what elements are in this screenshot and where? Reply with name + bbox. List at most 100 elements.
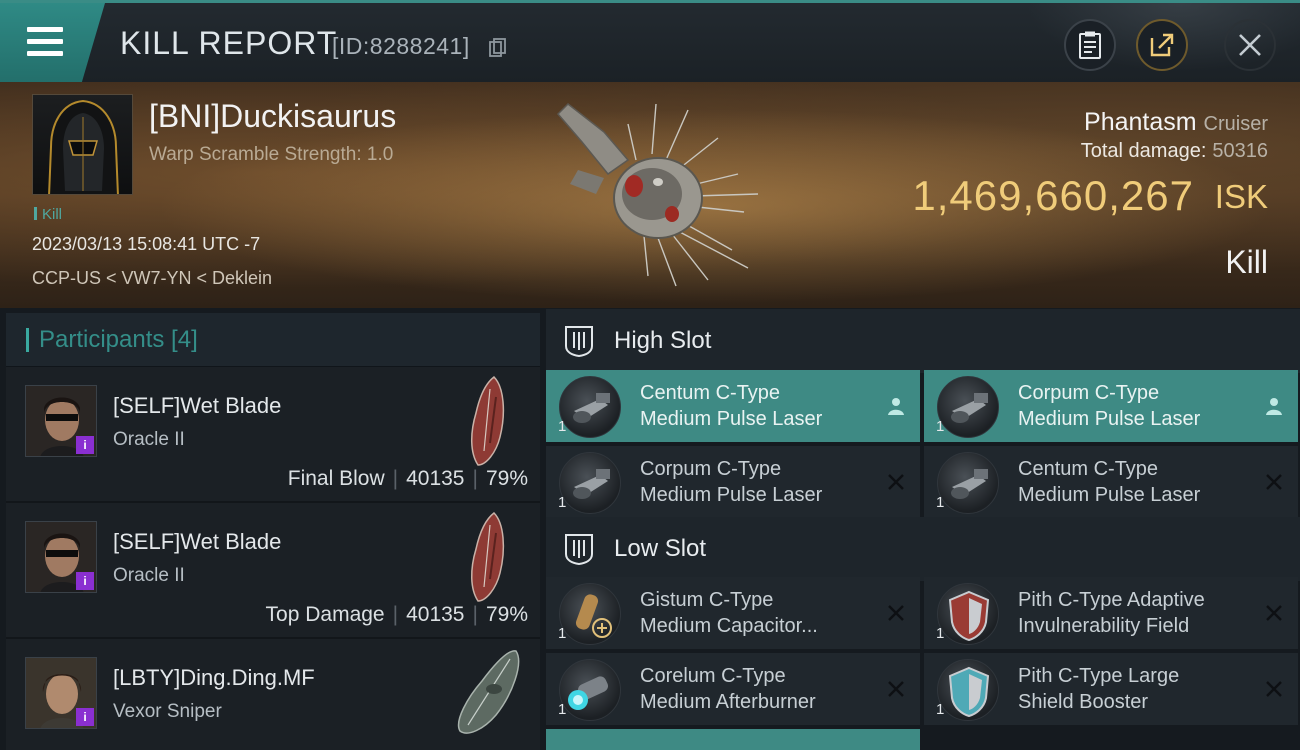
participant-name: [SELF]Wet Blade: [113, 529, 282, 554]
close-icon: [1239, 34, 1261, 56]
report-id: [ID:8288241]: [332, 33, 470, 59]
module-quantity: 1: [936, 494, 945, 511]
module-quantity: 1: [558, 494, 567, 511]
module-item-partial[interactable]: [546, 729, 920, 750]
pilot-info-badge[interactable]: i: [76, 708, 94, 726]
module-name: Corelum C-Type: [640, 665, 786, 687]
high-slot-icon: [565, 326, 593, 358]
pilot-info-badge[interactable]: i: [76, 572, 94, 590]
victim-banner: [BNI]Duckisaurus Warp Scramble Strength:…: [0, 82, 1300, 308]
warp-scramble-strength: Warp Scramble Strength: 1.0: [149, 144, 394, 165]
pulse-laser-icon: [559, 376, 621, 438]
kill-result: Kill: [1225, 244, 1268, 280]
clipboard-button[interactable]: [1064, 19, 1116, 71]
module-name: Centum C-Type: [640, 382, 781, 404]
ship-name-text: Phantasm: [1084, 108, 1197, 136]
destroyed-icon: [1266, 474, 1282, 490]
module-type: Medium Pulse Laser: [640, 484, 823, 506]
person-icon: [888, 398, 904, 415]
participant-row[interactable]: i [LBTY]Ding.Ding.MF Vexor Sniper: [6, 639, 540, 750]
participants-label: Participants [4]: [39, 325, 198, 353]
page-title: KILL REPORT: [120, 25, 338, 61]
module-name: Pith C-Type Adaptive: [1018, 589, 1205, 611]
participants-panel: Participants [4] i [SELF]Wet Blade Oracl…: [6, 313, 540, 750]
participant-row[interactable]: i [SELF]Wet Blade Oracle II Final Blow | 4…: [6, 367, 540, 503]
low-slot-header: Low Slot: [546, 517, 1300, 581]
low-slot-label: Low Slot: [614, 535, 707, 562]
module-type: Medium Pulse Laser: [1018, 484, 1201, 506]
participant-avatar: i: [25, 521, 97, 593]
high-slot-label: High Slot: [614, 327, 712, 354]
module-quantity: 1: [936, 418, 945, 435]
capacitor-power-relay-icon: [559, 583, 621, 645]
module-type: Medium Afterburner: [640, 691, 816, 713]
pulse-laser-icon: [937, 376, 999, 438]
participant-ship: Oracle II: [113, 565, 185, 586]
victim-name[interactable]: [BNI]Duckisaurus: [149, 98, 396, 135]
module-item[interactable]: 1 Pith C-Type Adaptive Invulnerability F…: [924, 577, 1298, 649]
afterburner-icon: [559, 659, 621, 721]
vexor-ship-icon: [457, 650, 520, 734]
victim-portrait[interactable]: [32, 94, 133, 195]
accent-bar: [26, 327, 29, 352]
module-type: Shield Booster: [1018, 691, 1149, 713]
module-quantity: 1: [936, 701, 945, 718]
low-slot-icon: [565, 534, 593, 566]
participant-damage: 40135: [406, 603, 465, 626]
module-name: Pith C-Type Large: [1018, 665, 1180, 687]
module-quantity: 1: [558, 701, 567, 718]
module-item[interactable]: 1 Centum C-Type Medium Pulse Laser: [546, 370, 920, 442]
participant-stats: Final Blow | 40135 | 79%: [287, 467, 528, 490]
module-quantity: 1: [936, 625, 945, 642]
kill-location[interactable]: CCP-US < VW7-YN < Deklein: [32, 268, 272, 289]
participant-percent: 79%: [485, 603, 528, 626]
participant-avatar: i: [25, 385, 97, 457]
module-item[interactable]: 1 Corpum C-Type Medium Pulse Laser: [546, 446, 920, 518]
participant-stats: Top Damage | 40135 | 79%: [265, 603, 528, 626]
total-damage-label: Total damage:: [1080, 140, 1207, 162]
clipboard-icon: [1079, 31, 1101, 59]
module-name: Gistum C-Type: [640, 589, 774, 611]
oracle-ship-icon: [471, 376, 505, 466]
participants-header[interactable]: Participants [4]: [6, 313, 540, 367]
module-type: Medium Capacitor...: [640, 615, 818, 637]
participant-percent: 79%: [485, 467, 528, 490]
shield-booster-icon: [937, 659, 999, 721]
share-icon: [1150, 33, 1174, 57]
hamburger-icon: [27, 27, 63, 57]
module-quantity: 1: [558, 418, 567, 435]
participant-damage: 40135: [406, 467, 465, 490]
menu-button[interactable]: [0, 3, 105, 82]
module-item[interactable]: 1 Pith C-Type Large Shield Booster: [924, 653, 1298, 725]
participant-avatar: i: [25, 657, 97, 729]
module-item[interactable]: 1 Corelum C-Type Medium Afterburner: [546, 653, 920, 725]
kill-datetime: 2023/03/13 15:08:41 UTC -7: [32, 234, 261, 254]
high-slot-header: High Slot: [546, 309, 1300, 373]
participant-name: [LBTY]Ding.Ding.MF: [113, 665, 315, 690]
destroyed-icon: [888, 605, 904, 621]
victim-ship-image: [556, 103, 759, 287]
participant-ship: Oracle II: [113, 429, 185, 450]
destroyed-icon: [888, 474, 904, 490]
pulse-laser-icon: [937, 452, 999, 514]
participant-role: Final Blow: [287, 467, 385, 490]
module-item[interactable]: 1 Gistum C-Type Medium Capacitor...: [546, 577, 920, 649]
ship-class-text: Cruiser: [1203, 113, 1268, 135]
participant-row[interactable]: i [SELF]Wet Blade Oracle II Top Damage | 4…: [6, 503, 540, 639]
module-type: Medium Pulse Laser: [1018, 408, 1201, 430]
participant-ship: Vexor Sniper: [113, 701, 222, 722]
oracle-ship-icon: [471, 512, 505, 602]
copy-icon[interactable]: [489, 38, 506, 57]
isk-value: 1,469,660,267: [912, 172, 1194, 219]
destroyed-icon: [1266, 681, 1282, 697]
pilot-info-badge[interactable]: i: [76, 436, 94, 454]
share-button[interactable]: [1136, 19, 1188, 71]
pulse-laser-icon: [559, 452, 621, 514]
module-name: Corpum C-Type: [640, 458, 782, 480]
module-item[interactable]: 1 Centum C-Type Medium Pulse Laser: [924, 446, 1298, 518]
close-button[interactable]: [1224, 19, 1276, 71]
hooded-figure-image: [48, 99, 119, 194]
isk-unit: ISK: [1214, 178, 1268, 215]
module-item[interactable]: 1 Corpum C-Type Medium Pulse Laser: [924, 370, 1298, 442]
victim-ship-name[interactable]: Phantasm Cruiser: [1084, 108, 1268, 137]
